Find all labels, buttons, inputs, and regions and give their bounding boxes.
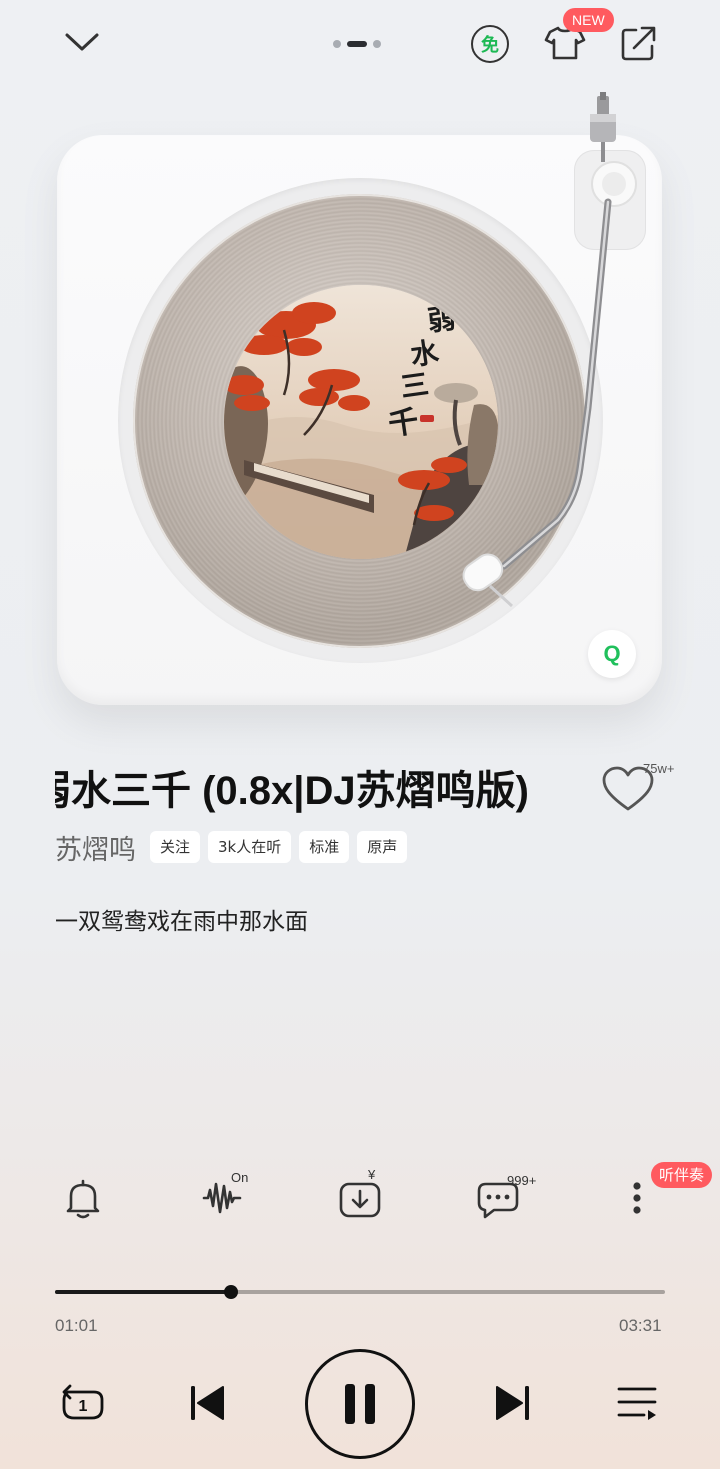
cover-char-2: 水 [408,335,441,372]
cover-char-4: 千 [386,404,421,443]
quality-chip[interactable]: 标准 [299,831,350,863]
artist-name[interactable]: 苏熠鸣 [55,828,136,867]
share-icon[interactable] [618,22,660,64]
page-indicator[interactable] [333,39,389,49]
page-dot-active [347,41,367,47]
song-title: 弱水三千 (0.8x|DJ苏熠鸣版) [55,766,575,816]
progress-bar[interactable] [55,1285,665,1299]
page-dot [333,40,341,48]
top-bar: 免 NEW [0,0,720,90]
original-vocal-chip[interactable]: 原声 [357,831,408,863]
accompaniment-badge[interactable]: 听伴奏 [651,1162,713,1188]
download-icon[interactable] [334,1172,386,1224]
new-badge: NEW [563,8,614,32]
action-row: On ¥ 999+ [0,1160,720,1240]
previous-icon[interactable] [186,1382,228,1424]
page-dot [373,40,381,48]
chevron-down-icon[interactable] [60,24,104,60]
pause-icon-bar [365,1384,375,1424]
comment-count: 999+ [507,1173,537,1188]
progress-thumb[interactable] [224,1285,239,1299]
cover-char-3: 三 [398,367,430,404]
pause-icon [345,1384,355,1424]
next-icon[interactable] [492,1382,534,1424]
playlist-icon[interactable] [614,1382,660,1424]
artist-row: 苏熠鸣 关注 3k人在听 标准 原声 [55,828,408,867]
repeat-one-icon[interactable]: 1 [56,1378,110,1428]
song-title-text: 弱水三千 (0.8x|DJ苏熠鸣版) [55,769,529,813]
pause-button[interactable] [305,1349,415,1459]
download-price-sign: ¥ [368,1167,376,1182]
listeners-chip[interactable]: 3k人在听 [208,831,292,863]
total-time: 03:31 [619,1316,662,1335]
qq-music-logo: Q [588,630,636,678]
current-time: 01:01 [55,1316,98,1335]
repeat-number: 1 [79,1398,88,1415]
sound-effect-status: On [231,1170,249,1185]
free-mode-button[interactable]: 免 [471,25,509,63]
bell-icon[interactable] [57,1172,109,1224]
current-lyric[interactable]: 一双鸳鸯戏在雨中那水面 [55,902,308,936]
tonearm[interactable] [440,88,670,618]
progress-fill [55,1290,232,1294]
like-count: 75w+ [643,761,675,776]
follow-chip[interactable]: 关注 [150,831,201,863]
